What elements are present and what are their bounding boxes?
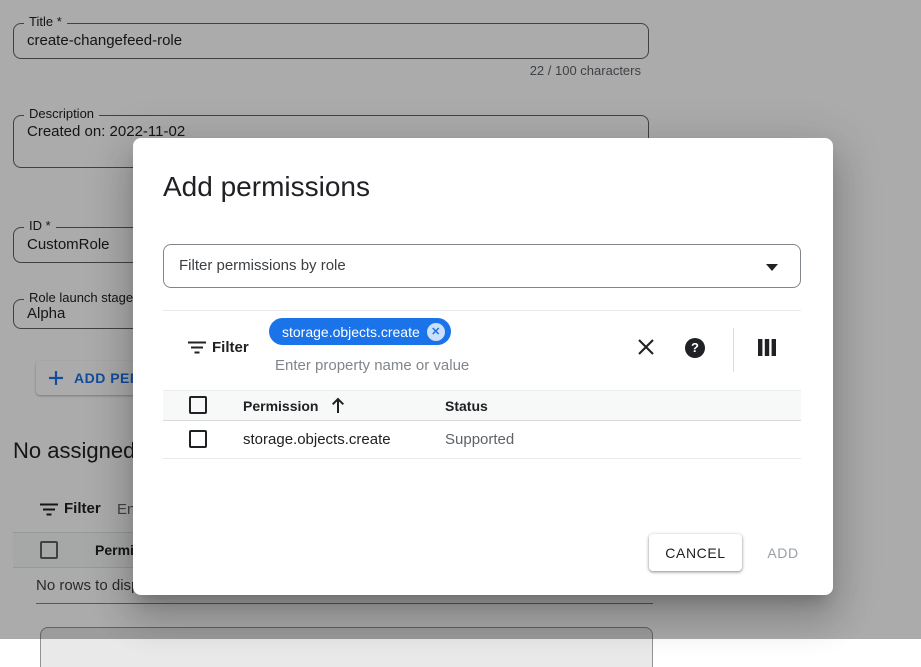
column-display-options-button[interactable]: [758, 339, 776, 356]
clear-icon: [637, 338, 655, 356]
sort-ascending-icon[interactable]: [330, 397, 346, 414]
add-button[interactable]: ADD: [751, 534, 815, 571]
dialog-title: Add permissions: [163, 171, 370, 203]
cancel-button[interactable]: CANCEL: [649, 534, 742, 571]
help-button[interactable]: ?: [685, 338, 705, 358]
toolbar-divider: [733, 328, 734, 372]
permissions-table-header: Permission Status: [163, 390, 801, 421]
filter-icon: [188, 341, 206, 354]
filter-input-placeholder[interactable]: Enter property name or value: [275, 357, 469, 374]
filter-label: Filter: [212, 339, 249, 356]
filter-chip[interactable]: storage.objects.create ✕: [269, 318, 451, 345]
help-icon: ?: [685, 338, 705, 358]
role-filter-dropdown[interactable]: Filter permissions by role: [163, 244, 801, 288]
add-permissions-dialog: Add permissions Filter permissions by ro…: [133, 138, 833, 595]
row-checkbox[interactable]: [189, 430, 207, 448]
dropdown-arrow-icon: [766, 264, 778, 271]
clear-filters-button[interactable]: [637, 338, 655, 356]
cell-permission: storage.objects.create: [243, 431, 391, 448]
toolbar-top-divider: [163, 310, 801, 311]
role-filter-dropdown-placeholder: Filter permissions by role: [179, 245, 346, 287]
filter-chip-label: storage.objects.create: [282, 324, 420, 340]
column-header-status[interactable]: Status: [445, 398, 488, 414]
select-all-checkbox[interactable]: [189, 396, 207, 414]
chip-remove-icon[interactable]: ✕: [427, 323, 445, 341]
column-header-permission[interactable]: Permission: [243, 398, 318, 414]
table-row[interactable]: storage.objects.create Supported: [163, 421, 801, 459]
cell-status: Supported: [445, 431, 514, 448]
columns-icon: [758, 339, 776, 356]
